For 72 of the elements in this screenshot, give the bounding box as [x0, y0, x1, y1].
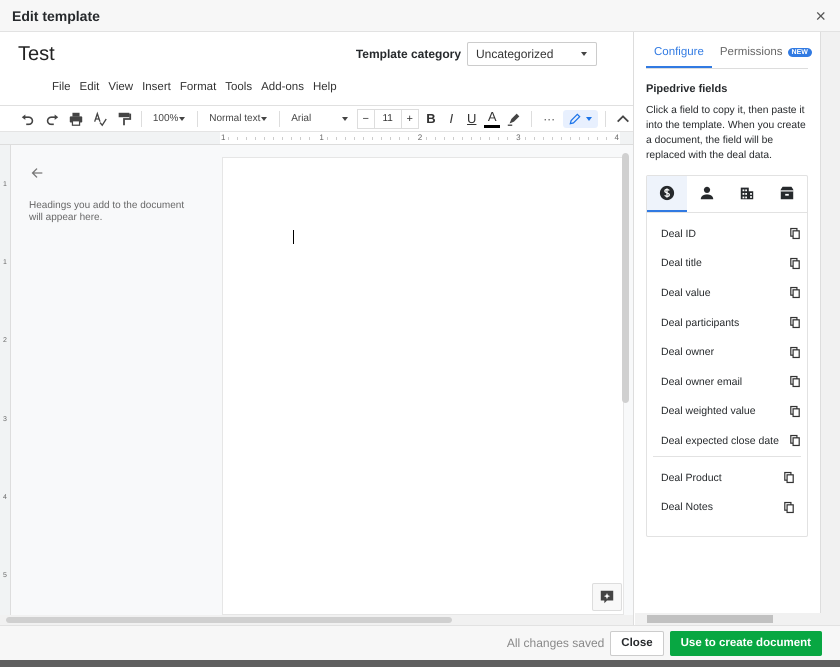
dollar-icon — [659, 185, 675, 201]
copy-icon[interactable] — [783, 500, 795, 514]
field-item[interactable]: Deal owner — [661, 346, 714, 358]
comment-plus-icon — [599, 589, 615, 605]
field-item[interactable]: Deal Product — [661, 472, 722, 484]
panel-description: Click a field to copy it, then paste it into the template. When you create a document, the field will be replaced with the deal data. — [646, 104, 807, 163]
document-title[interactable]: Test — [18, 42, 356, 66]
caret-icon — [340, 116, 349, 122]
save-status: All changes saved — [506, 636, 604, 650]
scrollbar[interactable] — [647, 615, 773, 623]
text-cursor — [293, 230, 294, 244]
copy-icon[interactable] — [789, 286, 801, 300]
zoom-dropdown[interactable]: 100% — [148, 108, 190, 128]
section-heading: Pipedrive fields — [646, 83, 728, 95]
increase-size-button[interactable]: + — [402, 110, 418, 128]
style-dropdown[interactable]: Normal text — [205, 108, 272, 128]
italic-button[interactable]: I — [443, 110, 460, 128]
decrease-size-button[interactable]: − — [358, 110, 374, 128]
text-color-button[interactable]: A — [484, 110, 500, 128]
pencil-icon — [568, 112, 582, 126]
caret-icon — [178, 116, 186, 122]
building-icon — [739, 185, 755, 201]
menu-item[interactable]: Format — [180, 81, 216, 93]
field-item[interactable]: Deal owner email — [661, 376, 742, 388]
highlighter-icon[interactable] — [506, 110, 522, 126]
field-item[interactable]: Deal weighted value — [661, 405, 756, 418]
more-button[interactable]: ··· — [539, 112, 560, 126]
printer-icon[interactable] — [68, 110, 84, 126]
close-button[interactable]: Close — [610, 630, 664, 656]
field-category-tab[interactable] — [647, 176, 687, 212]
scrollbar[interactable] — [622, 153, 629, 403]
copy-icon[interactable] — [789, 404, 801, 418]
explore-button[interactable] — [592, 583, 622, 611]
box-icon — [779, 185, 795, 201]
menu-item[interactable]: Tools — [225, 81, 252, 93]
bold-button[interactable]: B — [422, 110, 440, 128]
copy-icon[interactable] — [789, 256, 801, 270]
font-size-field[interactable]: 11 — [374, 110, 402, 128]
editing-mode-button[interactable] — [563, 110, 598, 128]
caret-icon — [585, 116, 594, 122]
underline-button[interactable]: U — [464, 110, 480, 128]
category-select[interactable]: Uncategorized — [467, 42, 597, 66]
category-label: Template category — [356, 47, 461, 61]
spellcheck-icon[interactable] — [92, 110, 108, 126]
menu-item[interactable]: View — [108, 81, 134, 93]
copy-icon[interactable] — [789, 346, 801, 359]
panel-tab[interactable]: Configure — [646, 40, 712, 68]
close-button[interactable]: × — [813, 6, 828, 24]
menu-item[interactable]: Add-ons — [261, 81, 304, 93]
copy-icon[interactable] — [789, 434, 801, 448]
outline-hint: Headings you add to the document will appear here. — [29, 200, 186, 224]
field-item[interactable]: Deal title — [661, 257, 702, 270]
menu-item[interactable]: Insert — [142, 81, 171, 93]
field-item[interactable]: Deal ID — [661, 228, 696, 240]
menu-item[interactable]: File — [52, 81, 71, 93]
copy-icon[interactable] — [789, 316, 801, 330]
field-item[interactable]: Deal Notes — [661, 501, 713, 514]
scrollbar[interactable] — [6, 617, 452, 623]
field-item[interactable]: Deal participants — [661, 316, 740, 329]
caret-icon — [260, 116, 268, 122]
field-item[interactable]: Deal value — [661, 286, 711, 299]
copy-icon[interactable] — [789, 375, 801, 388]
person-icon — [699, 185, 715, 201]
menu-item[interactable]: Help — [312, 81, 337, 93]
menu-item[interactable]: Edit — [80, 81, 100, 93]
field-item[interactable]: Deal expected close date — [661, 434, 779, 447]
caret-icon — [580, 51, 588, 57]
copy-icon[interactable] — [783, 471, 795, 484]
window-title: Edit template — [12, 8, 100, 24]
font-dropdown[interactable]: Arial — [287, 108, 353, 128]
copy-icon[interactable] — [789, 227, 801, 240]
paint-roller-icon[interactable] — [116, 110, 132, 126]
